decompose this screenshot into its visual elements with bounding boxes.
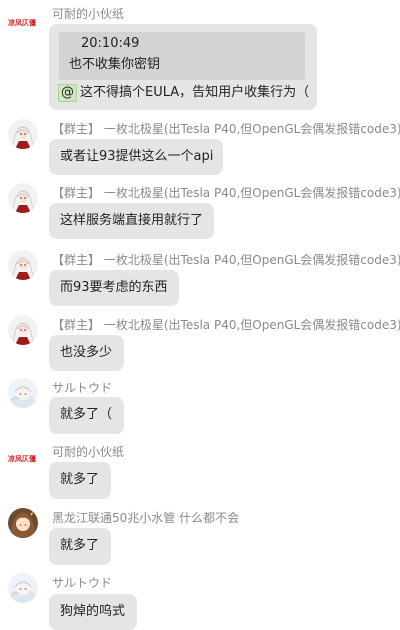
- sender-name[interactable]: 可耐的小伙纸: [52, 6, 124, 22]
- red-calligraphy-logo-icon[interactable]: 凉凤仄僵: [6, 446, 40, 476]
- message-text: 就多了: [60, 538, 100, 553]
- owner-role-badge: 【群主】: [52, 318, 101, 332]
- message-text: 这不得搞个EULA，告知用户收集行为（: [80, 85, 310, 100]
- message-text: 狗焯的呜式: [60, 604, 126, 619]
- message-bubble[interactable]: 而93要考虑的东西: [49, 270, 179, 306]
- chat-message: 【群主】 一枚北极星(出Tesla P40,但OpenGL会偶发报错code3)…: [0, 181, 400, 243]
- message-text: 这样服务端直接用就行了: [60, 213, 204, 228]
- sender-name[interactable]: 【群主】 一枚北极星(出Tesla P40,但OpenGL会偶发报错code3): [52, 121, 400, 137]
- chat-message: サルトウド 狗焯的呜式: [0, 573, 400, 630]
- message-text: 也没多少: [60, 345, 113, 360]
- chat-message: 【群主】 一枚北极星(出Tesla P40,但OpenGL会偶发报错code3)…: [0, 313, 400, 375]
- sender-name[interactable]: 【群主】 一枚北极星(出Tesla P40,但OpenGL会偶发报错code3): [52, 185, 400, 201]
- message-text: 就多了（: [60, 407, 113, 422]
- message-bubble[interactable]: 或者让93提供这么一个api: [49, 139, 223, 175]
- owner-role-badge: 【群主】: [52, 186, 101, 200]
- message-text: 而93要考虑的东西: [60, 280, 168, 295]
- anime-girl-avatar-icon[interactable]: [8, 250, 38, 280]
- chat-message: 凉凤仄僵 可耐的小伙纸 20:10:49 也不收集你密钥 @ 这不得搞个EULA，…: [0, 0, 400, 115]
- sender-name[interactable]: 【群主】 一枚北极星(出Tesla P40,但OpenGL会偶发报错code3): [52, 317, 400, 333]
- anime-girl-avatar-icon[interactable]: [8, 119, 38, 149]
- sender-name[interactable]: サルトウド: [52, 380, 112, 396]
- sender-name[interactable]: 【群主】 一枚北极星(出Tesla P40,但OpenGL会偶发报错code3): [52, 252, 400, 268]
- chat-message: 凉凤仄僵 可耐的小伙纸 就多了: [0, 442, 400, 502]
- owner-role-badge: 【群主】: [52, 122, 101, 136]
- red-calligraphy-logo-icon[interactable]: 凉凤仄僵: [6, 10, 40, 40]
- owner-role-badge: 【群主】: [52, 253, 101, 267]
- anime-girl-avatar-icon[interactable]: [8, 315, 38, 345]
- anime-avatar-blue-icon[interactable]: [8, 573, 38, 603]
- message-bubble[interactable]: 就多了: [49, 528, 111, 565]
- quoted-message[interactable]: 20:10:49 也不收集你密钥: [59, 32, 305, 80]
- anime-avatar-orange-icon[interactable]: [8, 508, 38, 538]
- chat-message: 黑龙江联通50兆小水管 什么都不会 就多了: [0, 508, 400, 568]
- chat-message: 【群主】 一枚北极星(出Tesla P40,但OpenGL会偶发报错code3)…: [0, 248, 400, 310]
- chat-message: 【群主】 一枚北极星(出Tesla P40,但OpenGL会偶发报错code3)…: [0, 117, 400, 179]
- anime-avatar-blue-icon[interactable]: [8, 378, 38, 408]
- message-bubble[interactable]: 就多了: [49, 462, 111, 499]
- message-text: 就多了: [60, 472, 100, 487]
- anime-girl-avatar-icon[interactable]: [8, 183, 38, 213]
- quote-time: 20:10:49: [81, 36, 140, 51]
- message-bubble[interactable]: 就多了（: [49, 397, 124, 434]
- sender-name[interactable]: 黑龙江联通50兆小水管 什么都不会: [52, 510, 239, 526]
- sender-name[interactable]: 可耐的小伙纸: [52, 444, 124, 460]
- sender-name[interactable]: サルトウド: [52, 575, 112, 591]
- message-bubble[interactable]: 狗焯的呜式: [49, 594, 137, 630]
- message-text: 或者让93提供这么一个api: [60, 149, 214, 164]
- message-bubble[interactable]: 也没多少: [49, 335, 124, 371]
- chat-message: サルトウド 就多了（: [0, 378, 400, 438]
- message-bubble[interactable]: 20:10:49 也不收集你密钥 @ 这不得搞个EULA，告知用户收集行为（: [49, 24, 317, 110]
- message-bubble[interactable]: 这样服务端直接用就行了: [49, 203, 214, 239]
- mention-badge[interactable]: @: [58, 84, 77, 102]
- quote-text: 也不收集你密钥: [69, 57, 161, 72]
